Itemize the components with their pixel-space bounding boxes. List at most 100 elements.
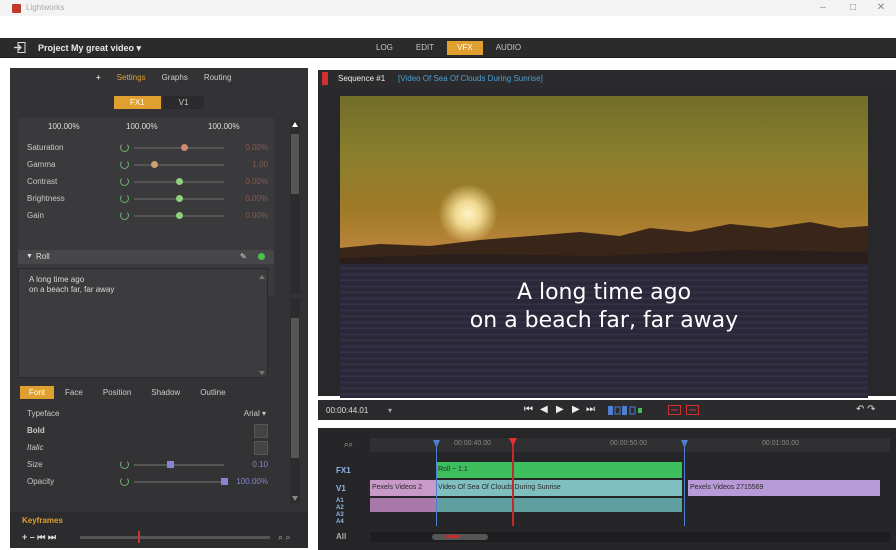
go-to-end-icon[interactable]: ⏭ bbox=[586, 404, 595, 415]
text-scrollbar[interactable] bbox=[259, 275, 265, 375]
track-label-v1[interactable]: V1 bbox=[336, 484, 346, 493]
settings-scrollbar[interactable] bbox=[290, 120, 300, 294]
collapse-caret-icon[interactable]: ▼ bbox=[26, 253, 33, 260]
track-label-a2[interactable]: A2 bbox=[336, 505, 344, 511]
add-effect-button[interactable]: + bbox=[88, 72, 109, 83]
maximize-icon[interactable]: □ bbox=[840, 1, 866, 15]
track-label-all[interactable]: All bbox=[336, 532, 346, 541]
timeline-zoom-icon[interactable]: ⌕⌕ bbox=[344, 440, 353, 450]
gamma-value[interactable]: 1.00 bbox=[252, 160, 268, 169]
minimize-icon[interactable]: – bbox=[810, 1, 836, 15]
contrast-slider-knob[interactable] bbox=[176, 178, 183, 185]
tab-log[interactable]: LOG bbox=[366, 41, 403, 55]
tab-vfx[interactable]: VFX bbox=[447, 41, 483, 55]
v1-clip-pexels-b[interactable]: Pexels Videos 2715569 bbox=[688, 480, 880, 496]
keyframe-playhead[interactable] bbox=[138, 531, 140, 543]
track-label-a4[interactable]: A4 bbox=[336, 519, 344, 525]
mark-in-out-icon[interactable] bbox=[608, 406, 650, 415]
size-slider[interactable] bbox=[134, 464, 224, 466]
size-label: Size bbox=[27, 460, 43, 469]
audio-clip-pexels-a[interactable] bbox=[370, 498, 436, 512]
fx1-roll-clip[interactable]: Roll ~ 1:1 bbox=[436, 462, 682, 478]
tab-shadow[interactable]: Shadow bbox=[142, 386, 189, 399]
tab-position[interactable]: Position bbox=[94, 386, 140, 399]
opacity-reset-icon[interactable] bbox=[120, 477, 129, 486]
mark-in-line[interactable] bbox=[433, 440, 440, 526]
gain-slider-knob[interactable] bbox=[176, 212, 183, 219]
tab-settings[interactable]: Settings bbox=[109, 72, 154, 83]
opacity-value[interactable]: 100.00% bbox=[236, 477, 268, 486]
project-name-dropdown[interactable]: Project My great video ▾ bbox=[38, 43, 141, 54]
zoom-icon[interactable]: ⌕ ⌕ bbox=[278, 532, 291, 543]
tab-face[interactable]: Face bbox=[56, 386, 92, 399]
gain-reset-icon[interactable] bbox=[120, 211, 129, 220]
gamma-slider-knob[interactable] bbox=[150, 161, 158, 168]
tab-routing[interactable]: Routing bbox=[196, 72, 240, 83]
tab-font[interactable]: Font bbox=[20, 386, 55, 399]
play-icon[interactable]: ▶ bbox=[556, 404, 564, 415]
timeline-scroll-thumb[interactable] bbox=[432, 534, 488, 540]
keyframes-bar: Keyframes + – ⏮ ⏭ ⌕ ⌕ bbox=[10, 512, 308, 548]
gamma-reset-icon[interactable] bbox=[120, 160, 129, 169]
gain-value[interactable]: 0.00% bbox=[245, 211, 268, 220]
edit-pencil-icon[interactable]: ✎ bbox=[240, 252, 247, 261]
italic-checkbox[interactable] bbox=[254, 441, 268, 455]
timecode-dropdown[interactable]: ▾ bbox=[388, 406, 392, 415]
tab-edit[interactable]: EDIT bbox=[406, 41, 444, 55]
timeline-scrollbar[interactable] bbox=[370, 532, 890, 542]
exit-icon[interactable] bbox=[14, 42, 26, 53]
font-settings-scrollbar[interactable] bbox=[290, 298, 300, 503]
size-slider-knob[interactable] bbox=[167, 461, 174, 468]
timeline-ruler[interactable]: 00:00:40.00 00:00:50.00 00:01:00.00 bbox=[370, 438, 890, 452]
scrollbar-thumb[interactable] bbox=[291, 134, 299, 194]
saturation-reset-icon[interactable] bbox=[120, 143, 129, 152]
scrollbar-thumb[interactable] bbox=[291, 318, 299, 458]
v1-clip-pexels-a[interactable]: Pexels Videos 2 bbox=[370, 480, 436, 496]
tab-graphs[interactable]: Graphs bbox=[154, 72, 196, 83]
typeface-dropdown[interactable]: Arial ▾ bbox=[244, 409, 266, 418]
brightness-reset-icon[interactable] bbox=[120, 194, 129, 203]
scroll-down-icon[interactable] bbox=[292, 496, 298, 501]
size-value[interactable]: 0.10 bbox=[252, 460, 268, 469]
mark-red-icon[interactable] bbox=[668, 405, 700, 415]
opacity-slider[interactable] bbox=[134, 481, 224, 483]
saturation-slider-knob[interactable] bbox=[180, 144, 188, 151]
audio-clip-sea-of-clouds[interactable] bbox=[436, 498, 682, 512]
saturation-label: Saturation bbox=[27, 143, 64, 152]
tab-audio[interactable]: AUDIO bbox=[486, 41, 531, 55]
v1-clip-sea-of-clouds[interactable]: Video Of Sea Of Clouds During Sunrise bbox=[436, 480, 682, 496]
track-label-a3[interactable]: A3 bbox=[336, 512, 344, 518]
brightness-slider-knob[interactable] bbox=[176, 195, 183, 202]
effect-enabled-indicator[interactable] bbox=[258, 253, 265, 260]
timeline-playhead[interactable] bbox=[509, 438, 517, 526]
timecode-display[interactable]: 00:00:44.01 bbox=[326, 406, 368, 415]
brightness-value[interactable]: 0.00% bbox=[245, 194, 268, 203]
video-frame[interactable]: A long time ago on a beach far, far away bbox=[340, 96, 868, 398]
mark-out-line[interactable] bbox=[681, 440, 688, 526]
tab-fx1[interactable]: FX1 bbox=[114, 96, 161, 109]
saturation-value[interactable]: 0.00% bbox=[245, 143, 268, 152]
saturation-slider[interactable] bbox=[134, 147, 224, 149]
undo-redo-icon[interactable]: ↶ ↷ bbox=[856, 404, 876, 415]
title-text-line-1: A long time ago bbox=[29, 275, 85, 284]
keyframe-track[interactable] bbox=[80, 536, 270, 539]
go-to-start-icon[interactable]: ⏮ bbox=[524, 404, 533, 415]
scroll-up-icon[interactable] bbox=[292, 122, 298, 127]
opacity-slider-knob[interactable] bbox=[221, 478, 228, 485]
contrast-value[interactable]: 0.00% bbox=[245, 177, 268, 186]
contrast-reset-icon[interactable] bbox=[120, 177, 129, 186]
title-text-input[interactable]: A long time ago on a beach far, far away bbox=[18, 268, 268, 378]
tab-outline[interactable]: Outline bbox=[191, 386, 234, 399]
title-effect-header[interactable]: ▼ Roll ✎ bbox=[18, 250, 274, 264]
track-label-a1[interactable]: A1 bbox=[336, 498, 344, 504]
tab-v1[interactable]: V1 bbox=[162, 96, 205, 109]
step-forward-icon[interactable]: ▶ bbox=[572, 404, 580, 415]
gamma-slider[interactable] bbox=[134, 164, 224, 166]
sequence-name[interactable]: Sequence #1 bbox=[338, 74, 385, 83]
track-label-fx1[interactable]: FX1 bbox=[336, 466, 351, 475]
step-back-icon[interactable]: ◀ bbox=[540, 404, 548, 415]
size-reset-icon[interactable] bbox=[120, 460, 129, 469]
bold-checkbox[interactable] bbox=[254, 424, 268, 438]
close-icon[interactable]: ✕ bbox=[868, 1, 894, 15]
keyframe-controls[interactable]: + – ⏮ ⏭ bbox=[22, 532, 56, 543]
